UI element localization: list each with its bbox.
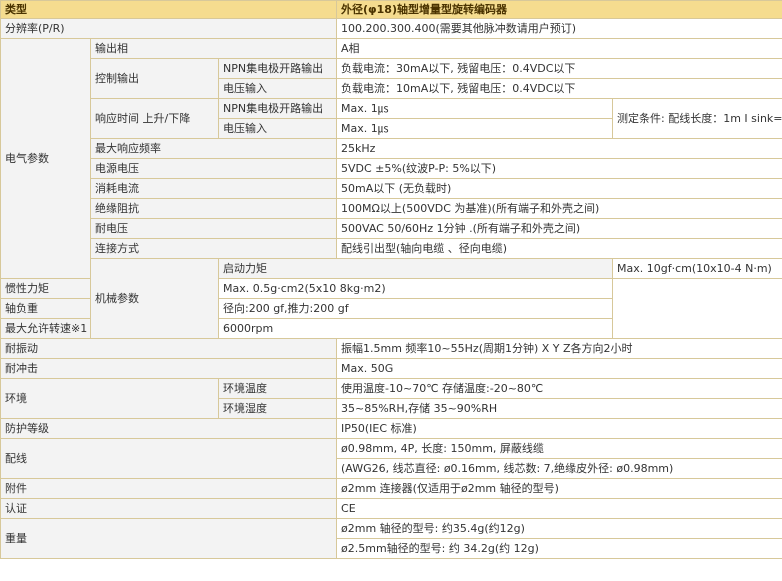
vibration-value: 振幅1.5mm 频率10~55Hz(周期1分钟) X Y Z各方向2小时 xyxy=(336,338,782,359)
output-phase-value: A相 xyxy=(336,38,782,59)
withstand-value: 500VAC 50/60Hz 1分钟 .(所有端子和外壳之间) xyxy=(336,218,782,239)
start-torque-label: 启动力矩 xyxy=(217,258,614,279)
max-freq-value: 25kHz xyxy=(336,138,782,159)
table-row: 最大允许转速※1 6000rpm xyxy=(0,318,782,339)
table-row: 电气参数 输出相 A相 xyxy=(0,38,782,279)
table-row: 连接方式 配线引出型(轴向电缆 、径向电缆) xyxy=(1,238,782,259)
shock-label: 耐冲击 xyxy=(0,358,338,379)
start-torque-value: Max. 10gf·cm(10x10-4 N·m) xyxy=(612,258,782,279)
weight-label: 重量 xyxy=(0,518,338,559)
electrical-label: 电气参数 xyxy=(0,38,91,279)
resolution-value: 100.200.300.400(需要其他脉冲数请用户预订) xyxy=(336,18,782,39)
insulation-value: 100MΩ以上(500VDC 为基准)(所有端子和外壳之间) xyxy=(336,198,782,219)
header-row: 类型 外径(φ18)轴型增量型旋转编码器 xyxy=(0,0,782,19)
table-row: 防护等级 IP50(IEC 标准) xyxy=(0,418,782,439)
table-row: 认证 CE xyxy=(0,498,782,519)
output-phase-label: 输出相 xyxy=(89,38,338,59)
type-header: 类型 xyxy=(0,0,338,19)
control-output-label: 控制输出 xyxy=(90,58,219,99)
max-speed-value: 6000rpm xyxy=(217,318,614,339)
humidity-label: 环境湿度 xyxy=(217,398,338,419)
wiring-label: 配线 xyxy=(0,438,338,479)
table-row: 绝缘阻抗 100MΩ以上(500VDC 为基准)(所有端子和外壳之间) xyxy=(1,198,782,219)
response-voltage-value: Max. 1㎲ xyxy=(336,118,614,139)
control-voltage-label: 电压输入 xyxy=(217,78,338,99)
max-speed-label: 最大允许转速※1 xyxy=(0,318,219,339)
current-value: 50mA以下 (无负载时) xyxy=(336,178,782,199)
certification-label: 认证 xyxy=(0,498,338,519)
response-time-label: 响应时间 上升/下降 xyxy=(90,98,219,139)
power-voltage-value: 5VDC ±5%(纹波P-P: 5%以下) xyxy=(336,158,782,179)
protection-value: IP50(IEC 标准) xyxy=(336,418,782,439)
table-row: 机械参数 启动力矩 Max. 10gf·cm(10x10-4 N·m) xyxy=(1,258,782,339)
shaft-load-value: 径向:200 gf,推力:200 gf xyxy=(217,298,614,319)
response-note: 测定条件: 配线长度：1m I sink=20mA以下 xyxy=(612,98,782,139)
protection-label: 防护等级 xyxy=(0,418,338,439)
model-header: 外径(φ18)轴型增量型旋转编码器 xyxy=(336,0,782,19)
table-row: 重量 ø2mm 轴径的型号: 约35.4g(约12g) xyxy=(0,518,782,559)
control-npn-value: 负载电流：30mA以下, 残留电压：0.4VDC以下 xyxy=(336,58,782,79)
table-row: 环境 环境温度 使用温度-10~70℃ 存储温度:-20~80℃ xyxy=(0,378,782,419)
table-row: 耐振动 振幅1.5mm 频率10~55Hz(周期1分钟) X Y Z各方向2小时 xyxy=(0,338,782,359)
control-npn-label: NPN集电极开路输出 xyxy=(217,58,338,79)
temp-label: 环境温度 xyxy=(217,378,338,399)
spec-table: 类型 外径(φ18)轴型增量型旋转编码器 分辨率(P/R) 100.200.30… xyxy=(0,0,782,559)
current-label: 消耗电流 xyxy=(89,178,338,199)
response-voltage-label: 电压输入 xyxy=(217,118,338,139)
connection-value: 配线引出型(轴向电缆 、径向电缆) xyxy=(336,238,782,259)
table-row: 响应时间 上升/下降 NPN集电极开路输出 Max. 1㎲ 测定条件: 配线长度… xyxy=(1,98,782,139)
temp-value: 使用温度-10~70℃ 存储温度:-20~80℃ xyxy=(336,378,782,399)
max-freq-label: 最大响应频率 xyxy=(89,138,338,159)
shock-value: Max. 50G xyxy=(336,358,782,379)
withstand-label: 耐电压 xyxy=(89,218,338,239)
table-row: 配线 ø0.98mm, 4P, 长度: 150mm, 屏蔽线缆 xyxy=(0,438,782,479)
table-row: 附件 ø2mm 连接器(仅适用于ø2mm 轴径的型号) xyxy=(0,478,782,499)
wiring-value-1: ø0.98mm, 4P, 长度: 150mm, 屏蔽线缆 xyxy=(336,438,782,459)
table-row: 消耗电流 50mA以下 (无负载时) xyxy=(1,178,782,199)
response-npn-label: NPN集电极开路输出 xyxy=(217,98,338,119)
vibration-label: 耐振动 xyxy=(0,338,338,359)
inertia-value: Max. 0.5g·cm2(5x10 8kg·m2) xyxy=(217,278,614,299)
environment-label: 环境 xyxy=(0,378,219,419)
accessory-value: ø2mm 连接器(仅适用于ø2mm 轴径的型号) xyxy=(336,478,782,499)
weight-value-2: ø2.5mm轴径的型号: 约 34.2g(约 12g) xyxy=(336,538,782,559)
certification-value: CE xyxy=(336,498,782,519)
control-voltage-value: 负载电流：10mA以下, 残留电压：0.4VDC以下 xyxy=(336,78,782,99)
response-npn-value: Max. 1㎲ xyxy=(336,98,614,119)
table-row: 耐冲击 Max. 50G xyxy=(0,358,782,379)
table-row: 控制输出 NPN集电极开路输出 负载电流：30mA以下, 残留电压：0.4VDC… xyxy=(1,58,782,99)
humidity-value: 35~85%RH,存储 35~90%RH xyxy=(336,398,782,419)
accessory-label: 附件 xyxy=(0,478,338,499)
table-row: 分辨率(P/R) 100.200.300.400(需要其他脉冲数请用户预订) xyxy=(0,18,782,39)
power-voltage-label: 电源电压 xyxy=(89,158,338,179)
weight-value-1: ø2mm 轴径的型号: 约35.4g(约12g) xyxy=(336,518,782,539)
table-row: 耐电压 500VAC 50/60Hz 1分钟 .(所有端子和外壳之间) xyxy=(1,218,782,239)
table-row: 电源电压 5VDC ±5%(纹波P-P: 5%以下) xyxy=(1,158,782,179)
insulation-label: 绝缘阻抗 xyxy=(89,198,338,219)
wiring-value-2: (AWG26, 线芯直径: ø0.16mm, 线芯数: 7,绝缘皮外径: ø0.… xyxy=(336,458,782,479)
table-row: 最大响应频率 25kHz xyxy=(1,138,782,159)
resolution-label: 分辨率(P/R) xyxy=(0,18,338,39)
connection-label: 连接方式 xyxy=(89,238,338,259)
